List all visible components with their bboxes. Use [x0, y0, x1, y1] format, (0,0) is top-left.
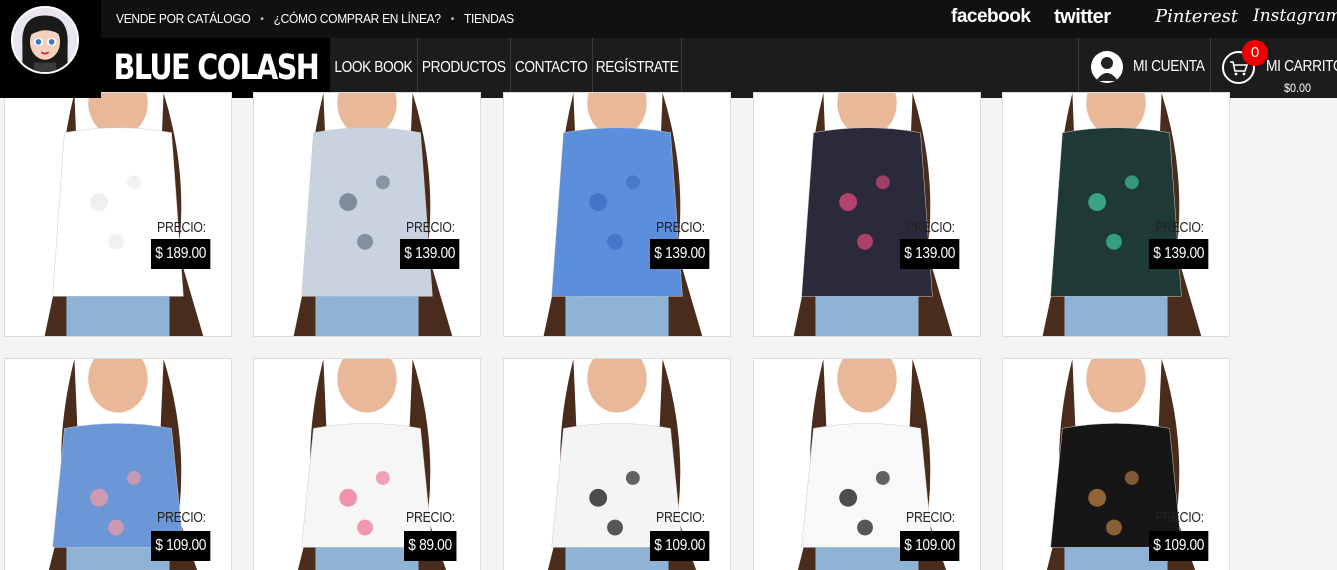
price-label: PRECIO:: [656, 219, 705, 236]
price-tag: $ 139.00: [900, 239, 960, 269]
price-label: PRECIO:: [906, 509, 955, 526]
how-to-buy-link[interactable]: ¿CÓMO COMPRAR EN LÍNEA?: [274, 12, 441, 27]
my-account-label: MI CUENTA: [1133, 58, 1205, 75]
product-card[interactable]: PRECIO: $ 139.00: [253, 92, 481, 337]
brand-logo[interactable]: BLUE COLASH: [101, 38, 330, 98]
nav-productos[interactable]: PRODUCTOS: [418, 38, 511, 98]
nav-look-book[interactable]: LOOK BOOK: [330, 38, 418, 98]
nav-label: PRODUCTOS: [422, 59, 506, 76]
mascot-illustration: [13, 8, 77, 72]
product-photo: [754, 93, 980, 336]
price-tag: $ 139.00: [650, 239, 710, 269]
product-card[interactable]: PRECIO: $ 109.00: [4, 358, 232, 570]
cart-button[interactable]: 0 MI CARRITO $0.00: [1212, 38, 1337, 98]
price-tag: $ 189.00: [151, 239, 211, 269]
product-card[interactable]: PRECIO: $ 139.00: [753, 92, 981, 337]
cart-total: $0.00: [1284, 81, 1312, 95]
twitter-link[interactable]: twitter: [1054, 6, 1111, 32]
price-label: PRECIO:: [1155, 509, 1204, 526]
product-card[interactable]: PRECIO: $ 139.00: [503, 92, 731, 337]
nav-label: LOOK BOOK: [334, 59, 413, 76]
sell-by-catalog-link[interactable]: VENDE POR CATÁLOGO: [116, 12, 251, 27]
product-card[interactable]: PRECIO: $ 189.00: [4, 92, 232, 337]
price-tag: $ 109.00: [900, 531, 960, 561]
main-nav: LOOK BOOK PRODUCTOS CONTACTO REGÍSTRATE: [330, 38, 682, 98]
nav-registrate[interactable]: REGÍSTRATE: [593, 38, 682, 98]
product-card[interactable]: PRECIO: $ 109.00: [753, 358, 981, 570]
nav-label: REGÍSTRATE: [595, 59, 679, 76]
nav-label: CONTACTO: [515, 59, 588, 76]
product-photo: [254, 93, 480, 336]
brand-mascot-avatar[interactable]: [11, 6, 79, 74]
product-card[interactable]: PRECIO: $ 139.00: [1002, 92, 1230, 337]
facebook-link[interactable]: facebook: [951, 6, 1031, 32]
price-tag: $ 109.00: [151, 531, 211, 561]
stores-link[interactable]: TIENDAS: [464, 12, 514, 27]
price-label: PRECIO:: [157, 509, 206, 526]
product-card[interactable]: PRECIO: $ 89.00: [253, 358, 481, 570]
price-tag: $ 109.00: [650, 531, 710, 561]
cart-count-badge: 0: [1242, 40, 1268, 66]
price-label: PRECIO:: [157, 219, 206, 236]
avatar-area: [0, 0, 101, 98]
nav-contacto[interactable]: CONTACTO: [511, 38, 593, 98]
price-tag: $ 139.00: [400, 239, 460, 269]
my-cart-label: MI CARRITO: [1266, 58, 1337, 75]
price-label: PRECIO:: [906, 219, 955, 236]
price-label: PRECIO:: [406, 219, 455, 236]
separator-dot: •: [450, 13, 455, 25]
separator-dot: •: [260, 13, 264, 25]
brand-name: BLUE COLASH: [113, 48, 319, 88]
user-icon: [1091, 51, 1123, 83]
my-account-button[interactable]: MI CUENTA: [1078, 38, 1211, 98]
price-tag: $ 109.00: [1149, 531, 1209, 561]
price-label: PRECIO:: [1155, 219, 1204, 236]
product-photo: [1003, 93, 1229, 336]
product-card[interactable]: PRECIO: $ 109.00: [503, 358, 731, 570]
price-tag: $ 139.00: [1149, 239, 1209, 269]
price-label: PRECIO:: [656, 509, 705, 526]
price-label: PRECIO:: [406, 509, 455, 526]
top-links: VENDE POR CATÁLOGO • ¿CÓMO COMPRAR EN LÍ…: [116, 0, 514, 39]
product-photo: [5, 93, 231, 336]
price-tag: $ 89.00: [404, 531, 457, 561]
pinterest-link[interactable]: Pinterest: [1155, 6, 1238, 32]
product-card[interactable]: PRECIO: $ 109.00: [1002, 358, 1230, 570]
product-photo: [504, 93, 730, 336]
instagram-link[interactable]: Instagram: [1253, 6, 1337, 32]
